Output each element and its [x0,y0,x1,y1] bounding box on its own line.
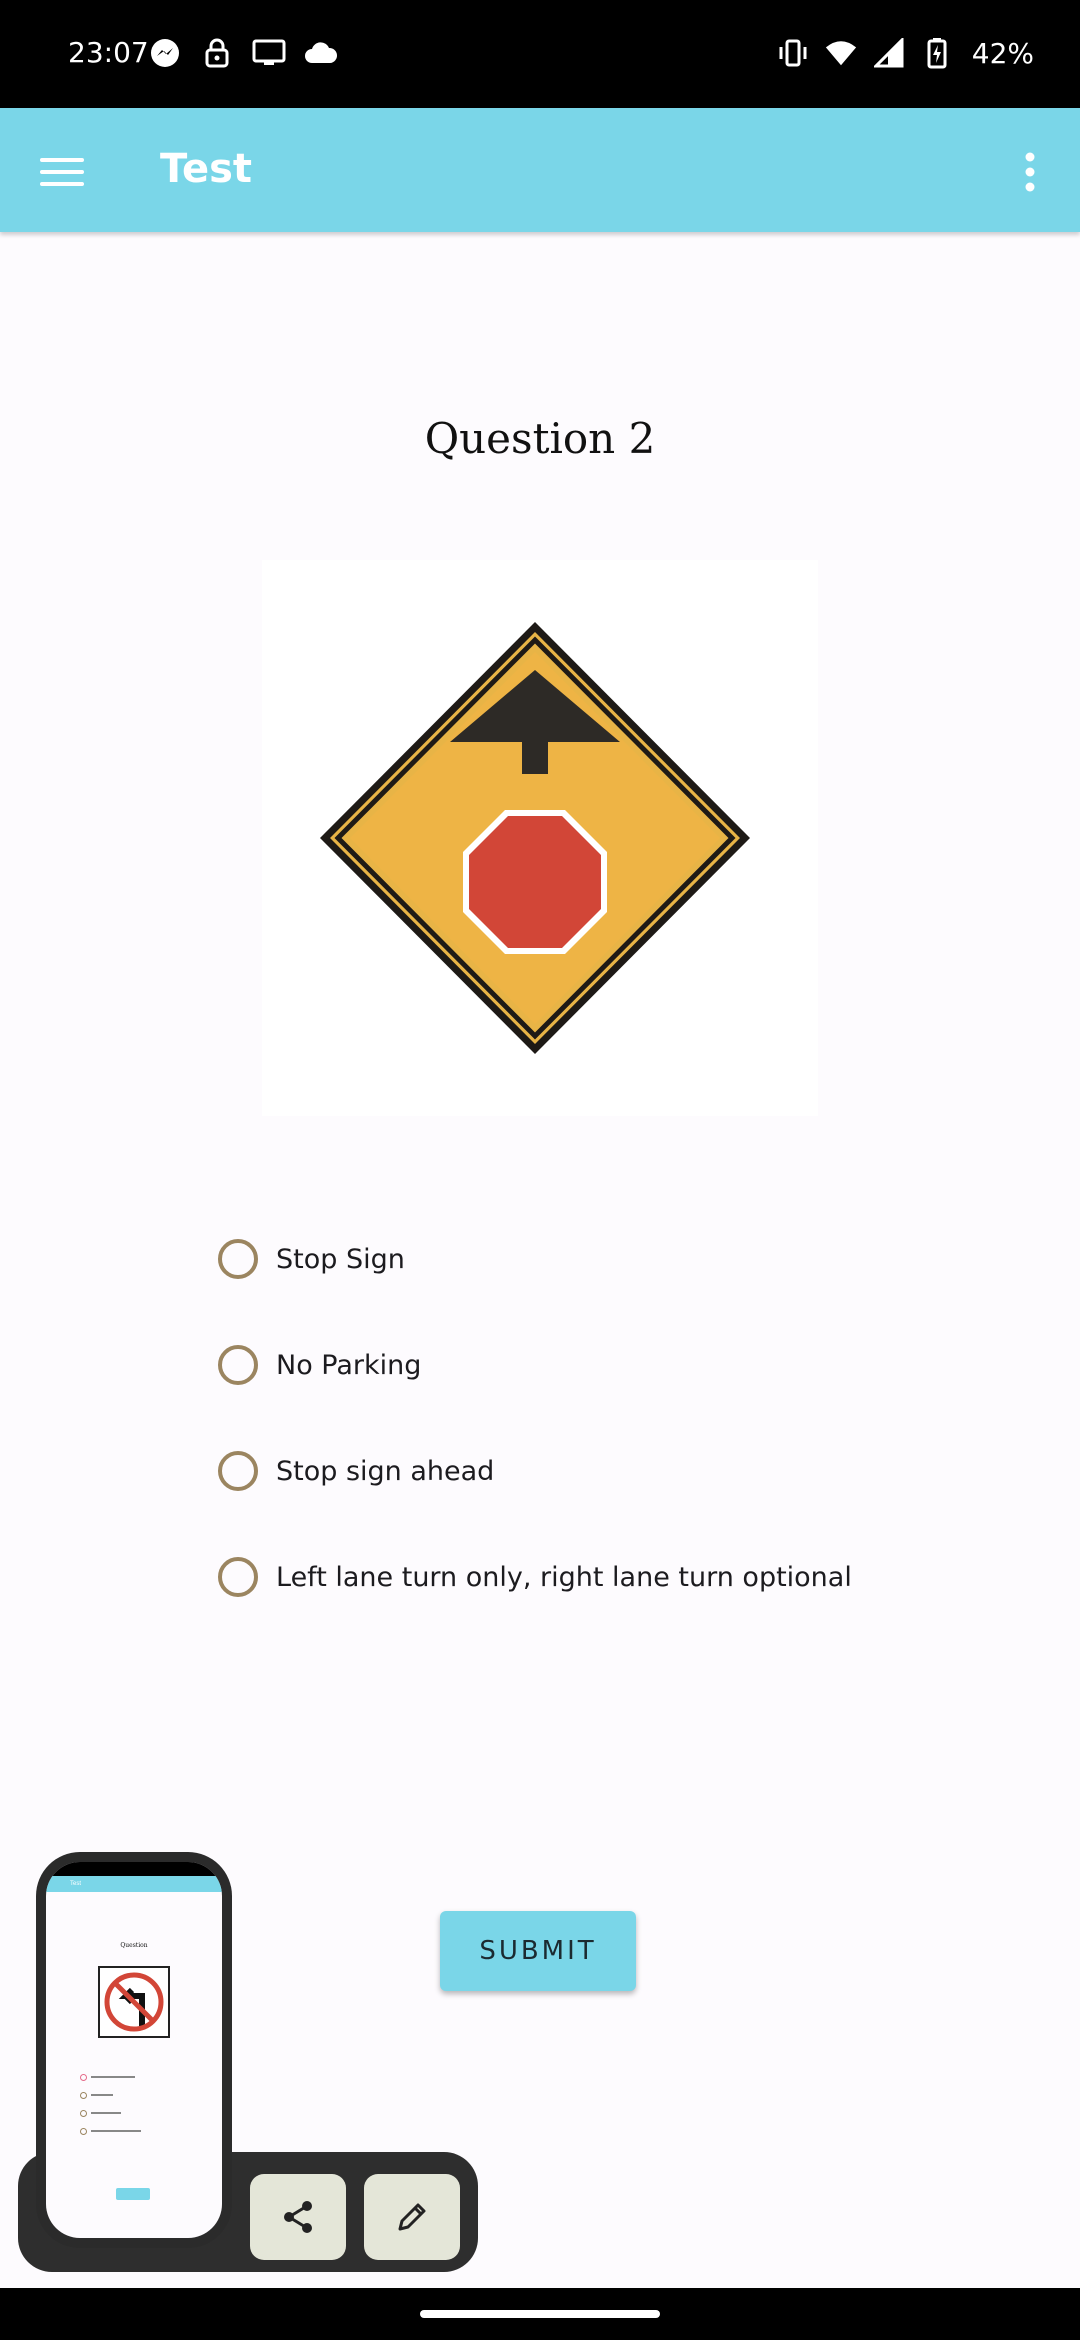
thumbnail-option-text [91,2076,135,2078]
thumbnail-options [80,2068,141,2140]
thumbnail-question-title: Question [120,1942,148,1949]
option-no-parking[interactable]: No Parking [218,1312,1058,1418]
question-title: Question 2 [424,414,656,463]
app-bar: Test [0,108,1080,232]
option-label: Stop Sign [276,1243,405,1275]
more-vert-icon [1025,152,1035,192]
thumbnail-option [80,2086,141,2104]
battery-charging-icon [920,36,954,70]
answer-options: Stop Sign No Parking Stop sign ahead Lef… [218,1206,1058,1630]
lock-icon [200,36,234,70]
vibrate-icon [776,36,810,70]
app-title: Test [160,146,253,192]
radio-button[interactable] [218,1451,258,1491]
cloud-icon [304,36,338,70]
thumbnail-option [80,2122,141,2140]
option-label: Stop sign ahead [276,1455,495,1487]
signal-icon [872,36,906,70]
radio-button[interactable] [218,1239,258,1279]
thumbnail-radio [80,2073,87,2081]
wifi-icon [824,36,858,70]
thumbnail-submit [116,2188,150,2200]
menu-button[interactable] [30,140,94,204]
thumbnail-radio [80,2109,87,2117]
stop-ahead-sign-icon [320,622,750,1054]
battery-percent: 42% [971,36,1034,70]
option-label: No Parking [276,1349,422,1381]
thumbnail-option [80,2104,141,2122]
screenshot-thumbnail[interactable]: Test Question [36,1852,232,2248]
edit-button[interactable] [364,2174,460,2260]
edit-icon [398,2203,426,2231]
messenger-icon [148,36,182,70]
status-icons-right: 42% [776,36,1034,70]
status-time: 23:07 [68,36,149,69]
status-bar: 23:07 42% [0,0,1080,108]
option-stop-sign-ahead[interactable]: Stop sign ahead [218,1418,1058,1524]
thumbnail-radio [80,2091,87,2099]
no-left-turn-sign-icon [98,1966,170,2038]
thumbnail-option [80,2068,141,2086]
thumbnail-screen: Test Question [46,1862,222,2238]
radio-button[interactable] [218,1557,258,1597]
thumbnail-radio [80,2127,87,2135]
radio-button[interactable] [218,1345,258,1385]
submit-button[interactable]: SUBMIT [440,1911,636,1991]
cast-icon [252,36,286,70]
thumbnail-option-text [91,2112,121,2114]
overflow-menu-button[interactable] [998,140,1062,204]
home-indicator[interactable] [420,2310,660,2318]
share-icon [284,2201,312,2233]
option-stop-sign[interactable]: Stop Sign [218,1206,1058,1312]
option-label: Left lane turn only, right lane turn opt… [276,1561,852,1593]
question-image [262,560,818,1116]
status-icons-left [148,36,338,70]
thumbnail-option-text [91,2130,141,2132]
thumbnail-app-title: Test [70,1881,82,1887]
share-button[interactable] [250,2174,346,2260]
option-left-lane-turn[interactable]: Left lane turn only, right lane turn opt… [218,1524,1058,1630]
thumbnail-option-text [91,2094,113,2096]
thumbnail-status-bar [46,1862,222,1876]
hamburger-icon [40,158,84,186]
